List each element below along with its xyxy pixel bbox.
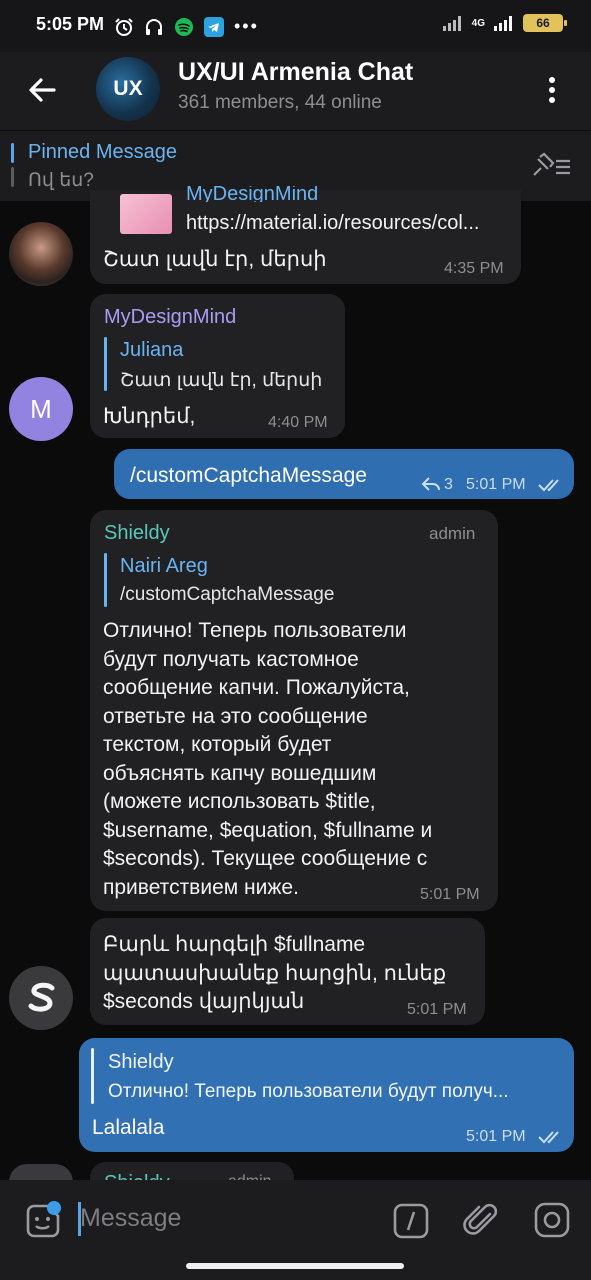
message-text: Lalalala (92, 1116, 165, 1139)
headphones-icon (146, 18, 162, 35)
status-time: 5:05 PM (36, 14, 105, 34)
message-time: 4:40 PM (268, 414, 328, 431)
link-preview-title: MyDesignMind (186, 186, 319, 202)
pinned-title: Pinned Message (28, 141, 177, 163)
message-time: 5:01 PM (466, 1128, 526, 1145)
reply-quote-name[interactable]: Shieldy (108, 1051, 174, 1074)
avatar[interactable]: M (9, 377, 73, 441)
sticker-button[interactable] (22, 1200, 64, 1242)
double-check-icon (538, 479, 559, 492)
signal-4g-icon (494, 16, 512, 31)
message-time: 5:01 PM (420, 886, 480, 903)
chat-title[interactable]: UX/UI Armenia Chat (178, 58, 413, 87)
message-text: Շատ լավն էր, մերսի (103, 248, 327, 271)
message-line: сообщение капчи. Пожалуйста, (103, 676, 410, 699)
link-preview-url[interactable]: https://material.io/resources/col... (186, 212, 479, 235)
pinned-indicator (11, 143, 14, 189)
home-indicator[interactable] (186, 1263, 404, 1269)
spotify-icon (175, 17, 193, 36)
message-line: պատասխանեք հարցին, ունեք (103, 961, 447, 985)
telegram-icon (204, 16, 224, 37)
message-line: текстом, который будет (103, 733, 332, 756)
link-preview-thumbnail[interactable] (120, 194, 172, 234)
signal-icon (442, 16, 461, 31)
reply-quote-name[interactable]: Juliana (120, 339, 183, 362)
message-sender[interactable]: MyDesignMind (104, 306, 236, 329)
more-notifications-icon: ••• (234, 16, 259, 36)
sticker-icon (26, 1201, 61, 1238)
pinned-text: Ով ես? (28, 170, 94, 191)
avatar[interactable] (9, 222, 73, 286)
message-input[interactable]: Message (80, 1204, 181, 1233)
shieldy-logo-icon (28, 982, 55, 1012)
message-text: Отлично! Теперь пользователи будут получ… (103, 617, 495, 902)
reply-quote-text: Շատ լավն էր, մերսի (120, 370, 323, 391)
message-line: ответьте на это сообщение (103, 704, 368, 728)
message-text: /customCaptchaMessage (130, 464, 367, 487)
message-line: Отлично! Теперь пользователи (103, 619, 407, 642)
chat-header: UX UX/UI Armenia Chat 361 members, 44 on… (0, 52, 591, 130)
message-time: 4:35 PM (444, 260, 504, 277)
message-sender[interactable]: Shieldy (104, 522, 170, 545)
alarm-icon (115, 17, 133, 36)
avatar[interactable] (9, 966, 73, 1030)
status-icons: ••• (114, 16, 259, 37)
network-type: 4G (471, 17, 485, 29)
admin-badge: admin (429, 524, 476, 543)
message-line: Բարև հարգելի $fullname (103, 933, 366, 956)
message-line: объяснять капчу вошедшим (103, 761, 377, 785)
back-arrow-icon[interactable] (24, 72, 60, 108)
bot-commands-icon[interactable] (392, 1202, 430, 1240)
message-time: 5:01 PM (407, 1001, 467, 1018)
message-line: $username, $equation, $fullname и (103, 818, 433, 842)
reply-quote-bar (104, 553, 107, 607)
message-line: будут получать кастомное (103, 647, 359, 671)
reply-quote-bar (91, 1048, 94, 1104)
group-avatar[interactable]: UX (96, 57, 160, 121)
pin-list-icon[interactable] (530, 151, 572, 181)
reply-count-icon[interactable] (420, 475, 442, 493)
attach-icon[interactable] (462, 1200, 502, 1240)
battery-icon: 66 (523, 14, 567, 32)
double-check-icon (538, 1131, 559, 1144)
message-time: 5:01 PM (466, 476, 526, 493)
reply-quote-text: /customCaptchaMessage (120, 584, 335, 605)
more-menu-icon[interactable] (540, 72, 564, 108)
status-bar: 5:05 PM ••• 4G 66 (0, 0, 591, 52)
reply-count[interactable]: 3 (444, 476, 453, 494)
camera-icon[interactable] (532, 1200, 572, 1240)
message-line: (можете использовать $title, (103, 790, 376, 813)
reply-quote-bar (104, 337, 107, 391)
reply-quote-name[interactable]: Nairi Areg (120, 555, 208, 578)
status-right: 4G 66 (442, 14, 567, 32)
reply-quote-text: Отлично! Теперь пользователи будут получ… (108, 1081, 509, 1102)
message-line: $seconds). Текущее сообщение с (103, 847, 428, 870)
message-text: Խնդրեմ, (103, 405, 196, 428)
chat-subtitle: 361 members, 44 online (178, 92, 382, 113)
